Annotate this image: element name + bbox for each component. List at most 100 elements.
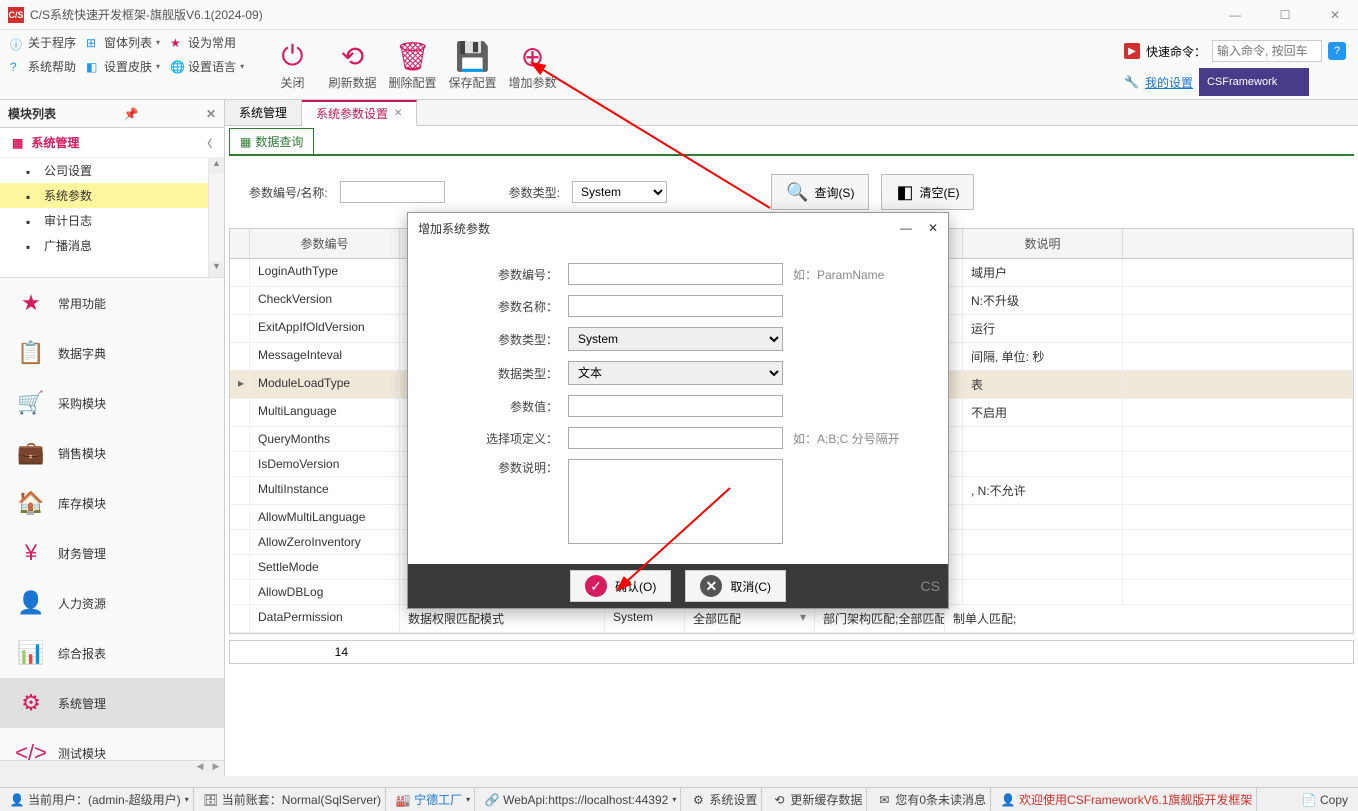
menu-lang-label: 设置语言 [188,58,236,75]
tree-label: 公司设置 [44,162,92,179]
nav-test[interactable]: </>测试模块 [0,728,224,760]
cell-code: AllowMultiLanguage [250,505,400,529]
toolbar-add[interactable]: ⊕ 增加参数 [505,38,560,91]
quickcmd-input[interactable] [1212,40,1322,62]
doc-icon: ▪ [26,240,38,252]
menu-setdefault-label: 设为常用 [188,34,236,51]
nav-hr[interactable]: 👤人力资源 [0,578,224,628]
chevron-down-icon: ▾ [672,795,676,804]
status-syssetting[interactable]: ⚙ 系统设置 [687,788,762,811]
grid-header-code[interactable]: 参数编号 [250,229,400,258]
sidebar-header-label: 模块列表 [8,105,56,122]
field-name-input[interactable] [568,295,783,317]
toolbar-close[interactable]: ⏻ 关闭 [265,38,320,91]
doc-icon: ▪ [26,215,38,227]
field-name-label: 参数名称： [438,298,568,315]
toolbar-save[interactable]: 💾 保存配置 [445,38,500,91]
help-button[interactable]: ? [1328,42,1346,60]
field-code-input[interactable] [568,263,783,285]
nav-common[interactable]: ★常用功能 [0,278,224,328]
nav-report[interactable]: 📊综合报表 [0,628,224,678]
status-factory[interactable]: 🏭 宁德工厂 ▾ [392,788,475,811]
tree-item-sysparam[interactable]: ▪ 系统参数 [0,183,224,208]
toolbar-save-label: 保存配置 [448,74,496,91]
my-settings-link[interactable]: 我的设置 [1145,74,1193,91]
clear-btn-label: 清空(E) [919,184,959,201]
tab-sysparam[interactable]: 系统参数设置 ✕ [302,100,417,126]
status-user[interactable]: 👤 当前用户：(admin-超级用户) ▾ [6,788,194,811]
status-user-label: 当前用户：(admin-超级用户) [28,791,181,808]
cell-desc: , N:不允许 [963,477,1123,504]
field-desc-textarea[interactable] [568,459,783,544]
field-code-hint: 如：ParamName [793,266,884,283]
tab-label: 系统管理 [239,104,287,121]
nav-label: 综合报表 [58,645,106,662]
status-welcome: 👤 欢迎使用CSFrameworkV6.1旗舰版开发框架 [997,788,1257,811]
nav-dict[interactable]: 📋数据字典 [0,328,224,378]
tree-area: ▪ 公司设置 ▪ 系统参数 ▪ 审计日志 ▪ 广播消息 ▲ ▼ [0,158,224,278]
toolbar-refresh[interactable]: ⟲ 刷新数据 [325,38,380,91]
close-panel-icon[interactable]: ✕ [206,107,216,121]
query-button[interactable]: 🔍 查询(S) [771,174,869,210]
menu-syshelp[interactable]: ? 系统帮助 [10,58,76,75]
tab-sysman[interactable]: 系统管理 [225,100,302,125]
menu-setdefault[interactable]: ★ 设为常用 [170,34,236,51]
field-value-input[interactable] [568,395,783,417]
dialog-minimize[interactable]: — [900,221,912,235]
tree-item-auditlog[interactable]: ▪ 审计日志 [0,208,224,233]
sidebar-section-sysman[interactable]: ▦ 系统管理 〈 [0,128,224,158]
dialog-close[interactable]: ✕ [928,221,938,235]
nav-label: 销售模块 [58,445,106,462]
tab-close-icon[interactable]: ✕ [394,108,402,119]
menu-about[interactable]: ⓘ 关于程序 [10,34,76,51]
status-copy[interactable]: 📄 Copy [1298,788,1352,811]
status-refresh-cache[interactable]: ⟲ 更新缓存数据 [768,788,867,811]
table-row[interactable]: DataPermission 数据权限匹配模式 System 全部匹配 ▾ 部门… [230,605,1353,633]
search-type-label: 参数类型: [509,184,560,201]
search-type-select[interactable]: System [572,181,667,203]
field-datatype-select[interactable]: 文本 [568,361,783,385]
tree-scrollbar[interactable]: ▲ ▼ [208,158,224,277]
nav-label: 测试模块 [58,745,106,761]
menu-lang[interactable]: 🌐 设置语言 ▾ [170,58,244,75]
field-options-input[interactable] [568,427,783,449]
search-code-input[interactable] [340,181,445,203]
nav-sysman[interactable]: ⚙系统管理 [0,678,224,728]
status-webapi[interactable]: 🔗 WebApi:https://localhost:44392 ▾ [481,788,681,811]
cancel-button[interactable]: ✕ 取消(C) [685,570,786,602]
cell-code: ModuleLoadType [250,371,400,398]
grid-header-desc[interactable]: 数说明 [963,229,1123,258]
eraser-icon: ◧ [896,182,913,203]
pin-icon[interactable]: 📌 [124,107,139,121]
cell-extra: 制单人匹配; [945,605,1353,632]
sidebar-hscroll[interactable]: ◀▶ [0,760,224,776]
menu-windows[interactable]: ⊞ 窗体列表 ▾ [86,34,160,51]
grid-icon: ▦ [240,135,251,149]
cell-code: CheckVersion [250,287,400,314]
ok-button[interactable]: ✓ 确认(O) [570,570,671,602]
menu-skin[interactable]: ◧ 设置皮肤 ▾ [86,58,160,75]
clear-button[interactable]: ◧ 清空(E) [881,174,974,210]
nav-sales[interactable]: 💼销售模块 [0,428,224,478]
add-config-icon: ⊕ [521,38,544,74]
toolbar-delete[interactable]: 🗑 删除配置 [385,38,440,91]
tree-item-company[interactable]: ▪ 公司设置 [0,158,224,183]
minimize-button[interactable]: — [1220,8,1250,22]
field-type-label: 参数类型： [438,331,568,348]
tab-bar: 系统管理 系统参数设置 ✕ [225,100,1358,126]
maximize-button[interactable]: ☐ [1270,8,1300,22]
subtab-dataquery[interactable]: ▦ 数据查询 [229,128,314,154]
nav-inventory[interactable]: 🏠库存模块 [0,478,224,528]
tree-item-broadcast[interactable]: ▪ 广播消息 [0,233,224,258]
status-unread[interactable]: ✉ 您有0条未读消息 [873,788,991,811]
field-options-hint: 如：A;B;C 分号隔开 [793,430,900,447]
sidebar-section-label: 系统管理 [31,134,79,151]
toolbar-refresh-label: 刷新数据 [328,74,376,91]
nav-finance[interactable]: ¥财务管理 [0,528,224,578]
field-code-label: 参数编号： [438,266,568,283]
close-window-button[interactable]: ✕ [1320,8,1350,22]
field-type-select[interactable]: System [568,327,783,351]
nav-purchase[interactable]: 🛒采购模块 [0,378,224,428]
nav-label: 人力资源 [58,595,106,612]
chevron-down-icon: ▾ [466,795,470,804]
